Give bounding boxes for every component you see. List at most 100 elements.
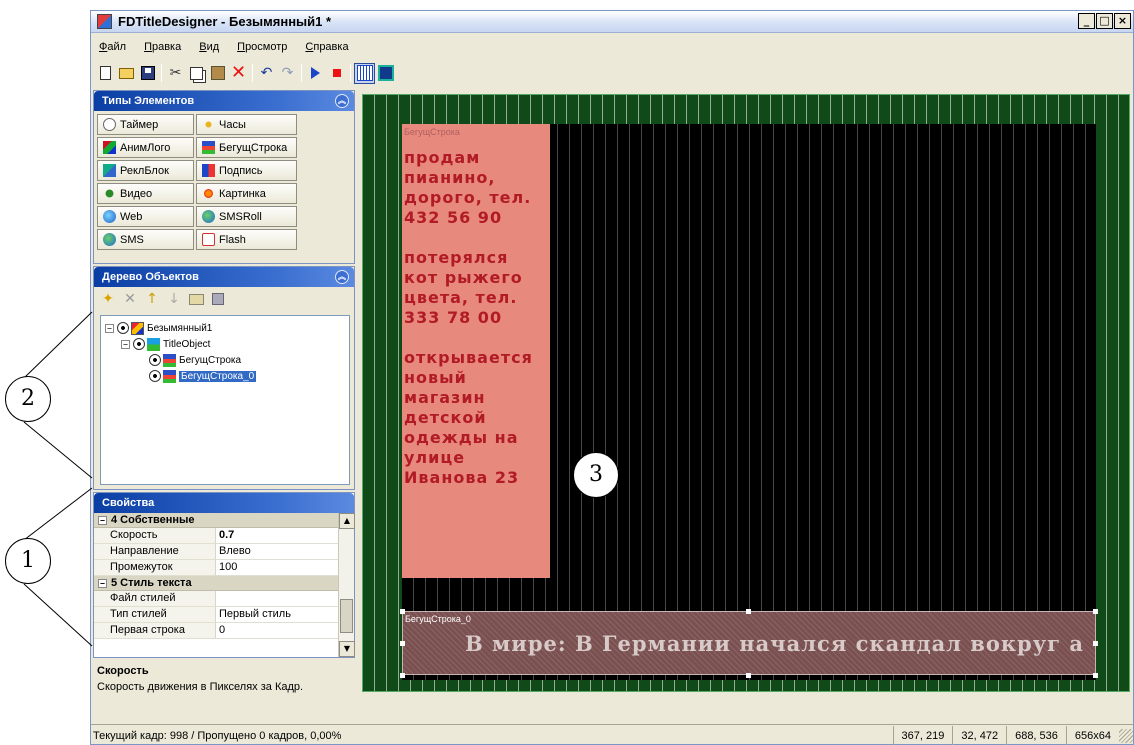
title-bar[interactable]: FDTitleDesigner - Безымянный1 * _ □ ×	[91, 11, 1133, 33]
stop-button[interactable]	[326, 63, 347, 84]
minimize-button[interactable]: _	[1078, 13, 1095, 29]
resize-handle[interactable]	[400, 609, 405, 614]
property-row-first-line[interactable]: Первая строка 0	[94, 623, 340, 639]
resize-grip-icon[interactable]	[1119, 728, 1133, 743]
type-button-video[interactable]: Видео	[97, 183, 194, 204]
copy-button[interactable]	[186, 63, 207, 84]
type-button-caption[interactable]: Подпись	[196, 160, 297, 181]
type-label: SMSRoll	[219, 210, 262, 223]
app-icon	[97, 14, 112, 29]
resize-handle[interactable]	[400, 673, 405, 678]
expander-icon[interactable]: −	[98, 515, 107, 525]
property-grid: − 4 Собственные Скорость 0.7 Направление…	[94, 513, 340, 657]
expander-icon[interactable]: −	[121, 339, 130, 349]
visibility-icon[interactable]	[149, 370, 161, 382]
collapse-icon[interactable]: ︽	[335, 270, 349, 284]
load-object-button[interactable]	[186, 289, 206, 309]
vertical-ticker-object[interactable]: БегущСтрока продам пианино, дорого, тел.…	[402, 124, 550, 578]
type-button-timer[interactable]: Таймер	[97, 114, 194, 135]
menu-view[interactable]: Вид	[199, 41, 219, 59]
open-button[interactable]	[116, 63, 137, 84]
object-tree-panel: Дерево Объектов ︽ ✦ ✕ ↑ ↓ − Безымянный1 …	[93, 266, 355, 490]
property-row-direction[interactable]: Направление Влево	[94, 544, 340, 560]
object-tree: − Безымянный1 − TitleObject БегущСтрока …	[100, 315, 350, 485]
save-object-button[interactable]	[208, 289, 228, 309]
type-button-sms[interactable]: SMS	[97, 229, 194, 250]
expander-icon[interactable]: −	[105, 323, 114, 333]
type-button-animlogo[interactable]: АнимЛого	[97, 137, 194, 158]
window-controls: _ □ ×	[1078, 13, 1131, 29]
undo-icon: ↶	[260, 65, 273, 81]
resize-handle[interactable]	[746, 609, 751, 614]
add-object-button[interactable]: ✦	[98, 289, 118, 309]
type-button-picture[interactable]: Картинка	[196, 183, 297, 204]
property-row-style-file[interactable]: Файл стилей	[94, 591, 340, 607]
collapse-icon[interactable]: ︽	[335, 94, 349, 108]
scroll-thumb[interactable]	[340, 599, 353, 633]
new-button[interactable]	[95, 63, 116, 84]
property-row-gap[interactable]: Промежуток 100	[94, 560, 340, 576]
properties-header[interactable]: Свойства	[94, 493, 354, 513]
cut-button[interactable]: ✂	[165, 63, 186, 84]
property-row-speed[interactable]: Скорость 0.7	[94, 528, 340, 544]
tree-node-titleobject[interactable]: − TitleObject	[101, 336, 349, 352]
property-name: Файл стилей	[94, 591, 216, 606]
visibility-icon[interactable]	[117, 322, 129, 334]
property-value[interactable]	[216, 591, 340, 606]
resize-handle[interactable]	[400, 641, 405, 646]
type-button-flash[interactable]: Flash	[196, 229, 297, 250]
type-button-adblock[interactable]: РеклБлок	[97, 160, 194, 181]
property-value[interactable]: 0.7	[216, 528, 340, 543]
horizontal-ticker-text: В мире: В Германии начался скандал вокру…	[465, 631, 1084, 656]
scroll-down-button[interactable]: ▼	[339, 641, 355, 657]
properties-scrollbar[interactable]: ▲ ▼	[338, 513, 355, 657]
visibility-icon[interactable]	[149, 354, 161, 366]
tree-node-project[interactable]: − Безымянный1	[101, 320, 349, 336]
resize-handle[interactable]	[1093, 673, 1098, 678]
maximize-button[interactable]: □	[1096, 13, 1113, 29]
move-down-button[interactable]: ↓	[164, 289, 184, 309]
menu-preview[interactable]: Просмотр	[237, 41, 287, 59]
property-value[interactable]: Первый стиль	[216, 607, 340, 622]
resize-handle[interactable]	[746, 673, 751, 678]
element-types-header[interactable]: Типы Элементов ︽	[94, 91, 354, 111]
paste-button[interactable]	[207, 63, 228, 84]
close-button[interactable]: ×	[1114, 13, 1131, 29]
resize-handle[interactable]	[1093, 641, 1098, 646]
menu-edit[interactable]: Правка	[144, 41, 181, 59]
type-button-web[interactable]: Web	[97, 206, 194, 227]
arrow-down-icon: ↓	[168, 291, 180, 307]
design-canvas[interactable]: БегущСтрока продам пианино, дорого, тел.…	[362, 94, 1130, 692]
property-group-text-style[interactable]: − 5 Стиль текста	[94, 576, 340, 591]
type-button-smsroll[interactable]: SMSRoll	[196, 206, 297, 227]
property-value[interactable]: 0	[216, 623, 340, 638]
delete-button[interactable]: ✕	[228, 63, 249, 84]
resize-handle[interactable]	[1093, 609, 1098, 614]
visibility-icon[interactable]	[133, 338, 145, 350]
tree-node-ticker[interactable]: БегущСтрока	[101, 352, 349, 368]
property-group-own[interactable]: − 4 Собственные	[94, 513, 340, 528]
play-button[interactable]	[305, 63, 326, 84]
menu-file[interactable]: Файл	[99, 41, 126, 59]
view-toggle-button[interactable]	[375, 63, 396, 84]
type-button-clock[interactable]: Часы	[196, 114, 297, 135]
menu-help[interactable]: Справка	[305, 41, 348, 59]
scroll-up-button[interactable]: ▲	[339, 513, 355, 529]
property-value[interactable]: 100	[216, 560, 340, 575]
remove-object-button[interactable]: ✕	[120, 289, 140, 309]
undo-button[interactable]: ↶	[256, 63, 277, 84]
status-object-end: 688, 536	[1006, 725, 1066, 745]
move-up-button[interactable]: ↑	[142, 289, 162, 309]
grid-toggle-button[interactable]	[354, 62, 375, 84]
tree-node-ticker-0[interactable]: БегущСтрока_0	[101, 368, 349, 384]
project-icon	[131, 321, 144, 335]
expander-icon[interactable]: −	[98, 578, 107, 588]
property-row-style-type[interactable]: Тип стилей Первый стиль	[94, 607, 340, 623]
object-tree-header[interactable]: Дерево Объектов ︽	[94, 267, 354, 287]
save-button[interactable]	[137, 63, 158, 84]
property-help: Скорость Скорость движения в Пикселях за…	[93, 661, 355, 715]
property-value[interactable]: Влево	[216, 544, 340, 559]
horizontal-ticker-object[interactable]: БегущСтрока_0 В мире: В Германии начался…	[402, 611, 1096, 675]
redo-button[interactable]: ↷	[277, 63, 298, 84]
type-button-ticker[interactable]: БегущСтрока	[196, 137, 297, 158]
